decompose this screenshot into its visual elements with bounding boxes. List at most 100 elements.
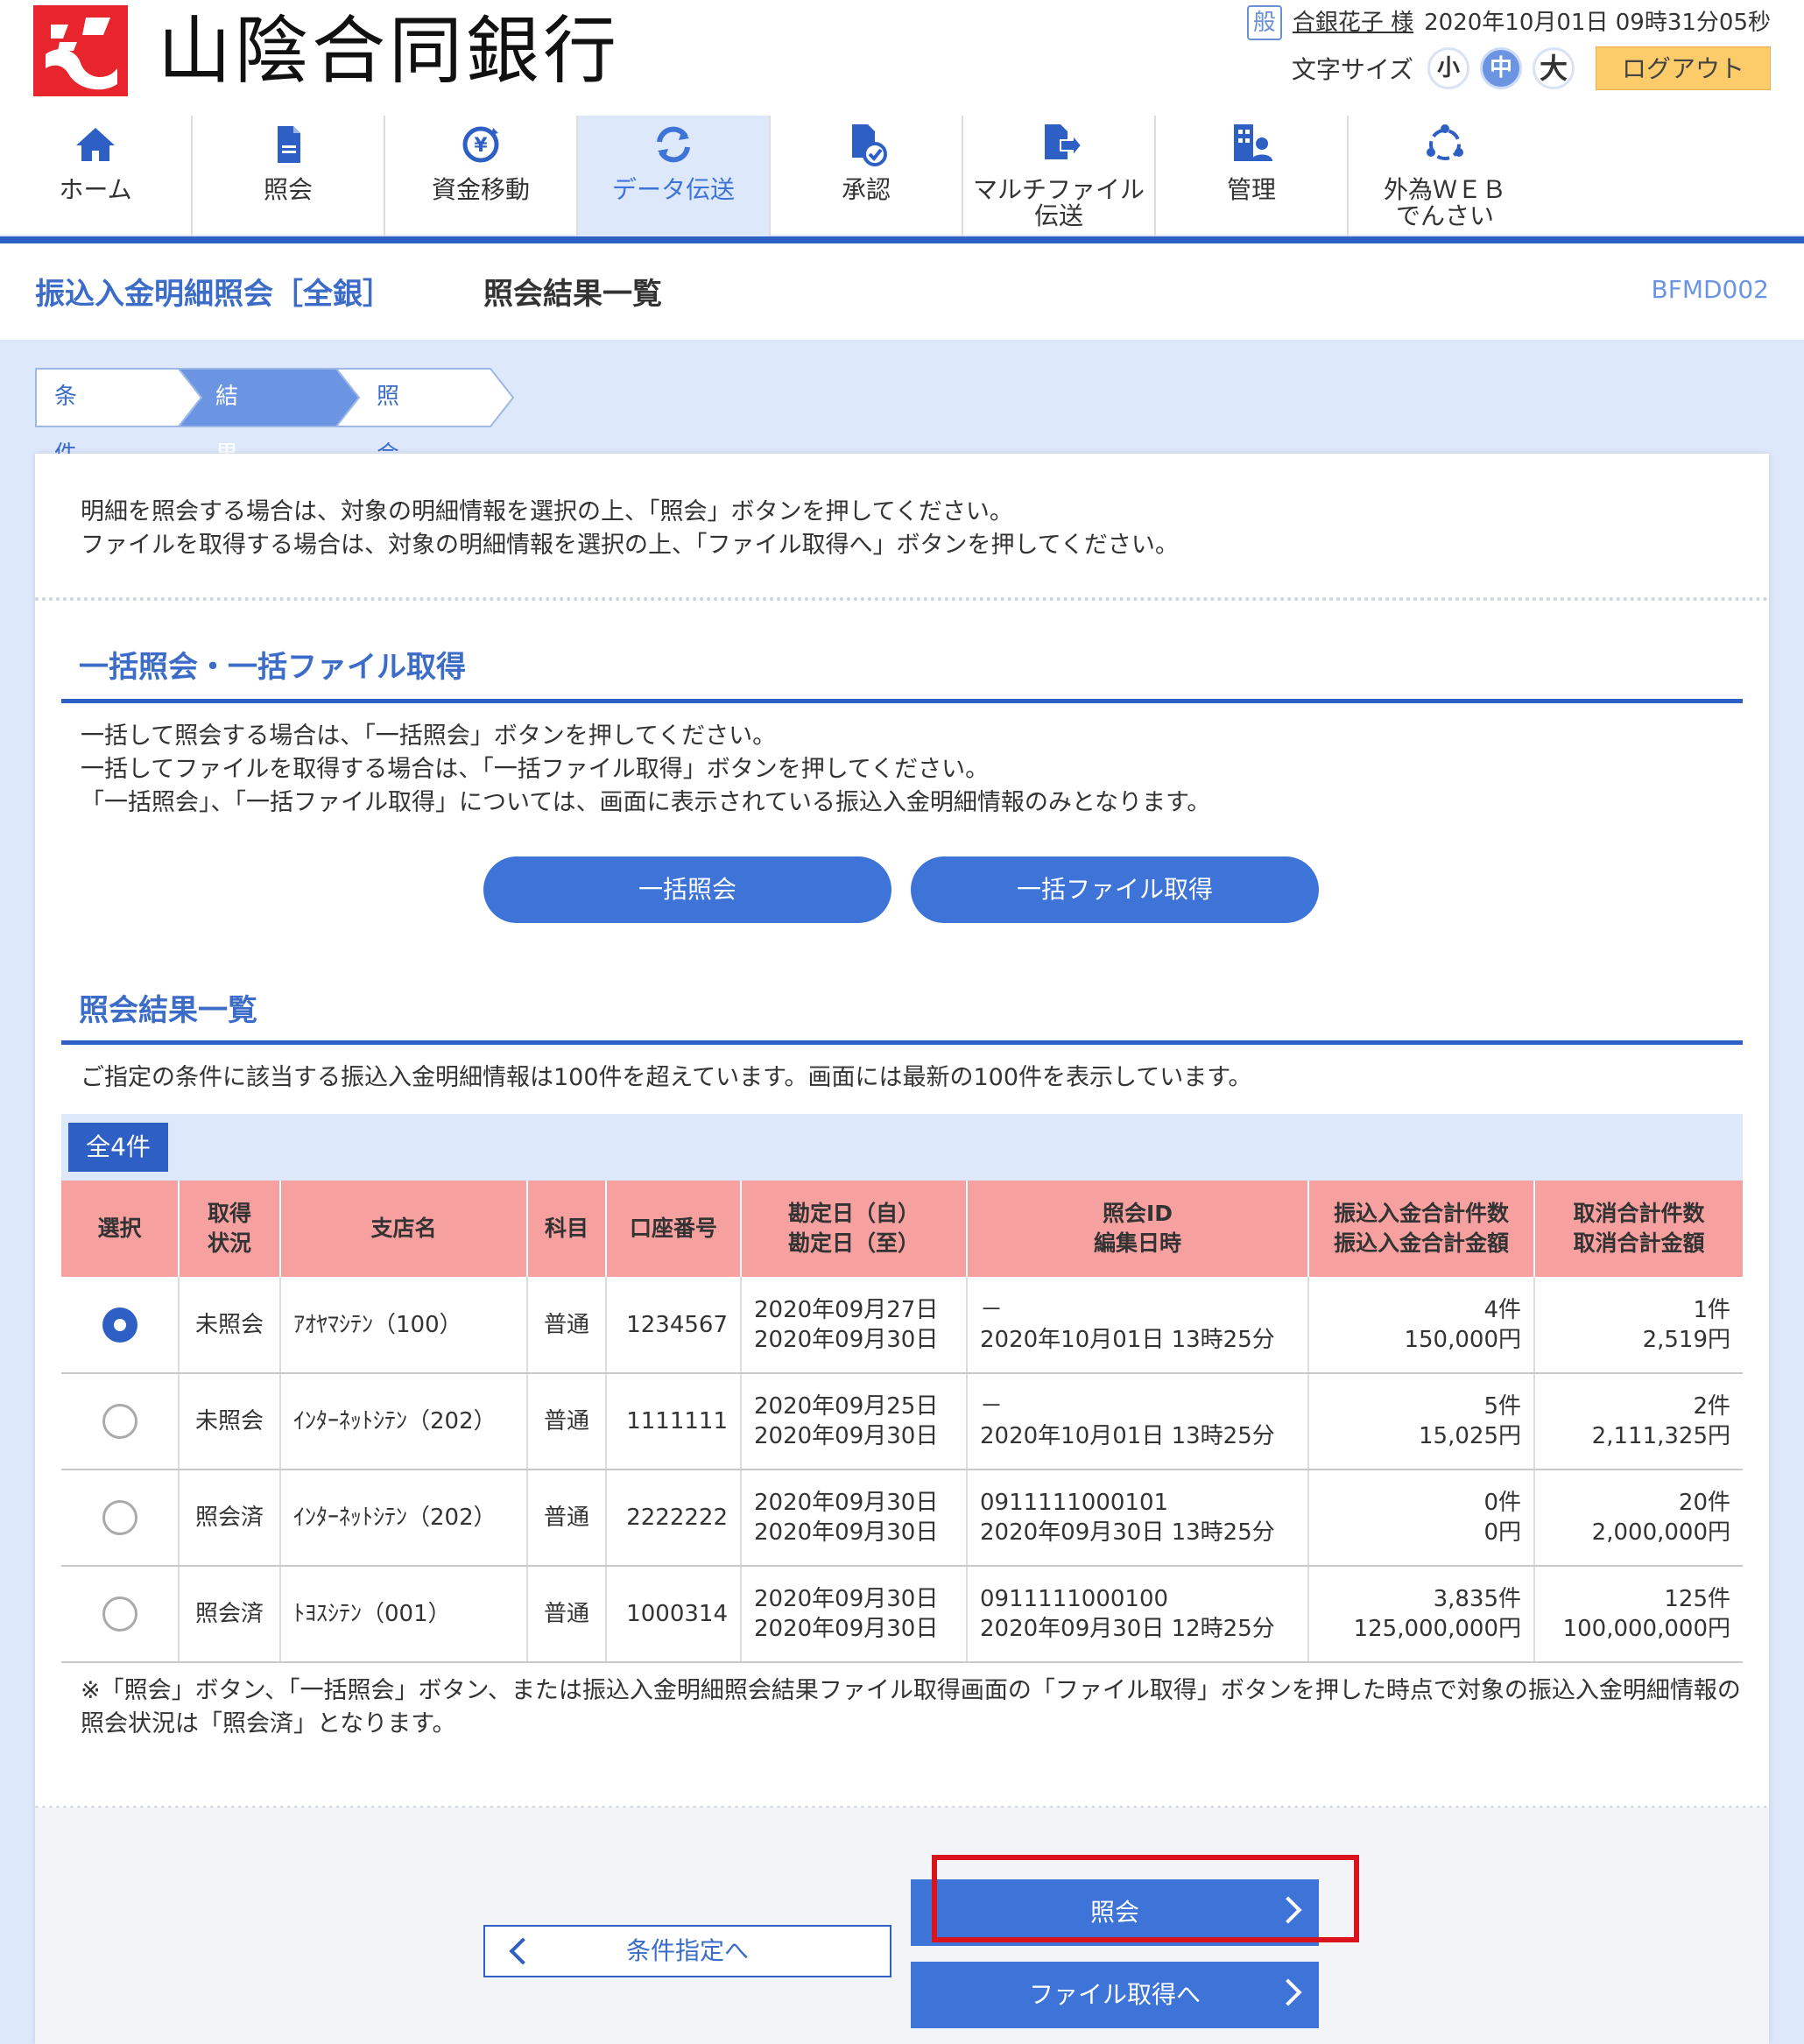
row-select-cell[interactable] (61, 1277, 180, 1374)
table-row[interactable]: 照会済 ﾄﾖｽｼﾃﾝ（001） 普通 1000314 2020年09月30日 20… (61, 1566, 1743, 1663)
section-rule (61, 699, 1743, 703)
row-inquiry-id: － (980, 1296, 1004, 1323)
back-to-conditions-button[interactable]: 条件指定へ (483, 1925, 891, 1977)
row-date-from: 2020年09月30日 (754, 1490, 939, 1516)
row-deposit: 3,835件 125,000,000円 (1308, 1566, 1535, 1663)
row-cancel: 2件 2,111,325円 (1534, 1373, 1743, 1470)
row-inquiry: 0911111000100 2020年09月30日 12時25分 (967, 1566, 1309, 1663)
row-select-cell[interactable] (61, 1373, 180, 1470)
bulk-inquiry-button[interactable]: 一括照会 (483, 856, 891, 923)
row-branch: ｲﾝﾀｰﾈｯﾄｼﾃﾝ（202） (280, 1470, 528, 1567)
divider (35, 597, 1769, 601)
bulk-section-title: 一括照会・一括ファイル取得 (79, 650, 466, 685)
footnote: ※「照会」ボタン、「一括照会」ボタン、または振込入金明細照会結果ファイル取得画面… (81, 1677, 1741, 1737)
row-amount: 125,000,000円 (1353, 1616, 1521, 1642)
row-radio[interactable] (102, 1500, 137, 1535)
row-edited: 2020年09月30日 13時25分 (980, 1519, 1275, 1546)
nav-label: 資金移動 (431, 175, 530, 204)
row-deposit: 5件 15,025円 (1308, 1373, 1535, 1470)
row-inquiry-id: － (980, 1393, 1004, 1420)
row-date-to: 2020年09月30日 (754, 1423, 939, 1449)
row-deposit: 4件 150,000円 (1308, 1277, 1535, 1374)
row-inquiry: － 2020年10月01日 13時25分 (967, 1277, 1309, 1374)
row-radio[interactable] (102, 1596, 137, 1632)
svg-text:¥: ¥ (474, 135, 488, 157)
row-radio[interactable] (102, 1404, 137, 1439)
row-select-cell[interactable] (61, 1566, 180, 1663)
col-select: 選択 (61, 1181, 180, 1277)
file-acquire-button[interactable]: ファイル取得へ (911, 1962, 1319, 2028)
row-count: 5件 (1483, 1393, 1521, 1420)
result-count-badge: 全4件 (68, 1123, 168, 1172)
row-deposit: 0件 0円 (1308, 1470, 1535, 1567)
font-size-large-button[interactable]: 大 (1533, 47, 1575, 89)
results-table: 選択 取得 状況 支店名 科目 口座番号 勘定日（自） 勘定日（至） 照会ID … (61, 1181, 1743, 1663)
row-subject: 普通 (527, 1277, 607, 1374)
row-branch: ｲﾝﾀｰﾈｯﾄｼﾃﾝ（202） (280, 1373, 528, 1470)
row-cancel: 125件 100,000,000円 (1534, 1566, 1743, 1663)
row-radio-selected[interactable] (102, 1307, 137, 1343)
row-cancel: 1件 2,519円 (1534, 1277, 1743, 1374)
page-subtitle: 照会結果一覧 (483, 277, 662, 312)
bulk-line: 一括して照会する場合は、「一括照会」ボタンを押してください。 (81, 722, 777, 750)
font-size-medium-button[interactable]: 中 (1480, 47, 1522, 89)
row-date-from: 2020年09月25日 (754, 1393, 939, 1420)
row-date-to: 2020年09月30日 (754, 1519, 939, 1546)
document-icon (278, 126, 300, 163)
nav-label: データ伝送 (611, 175, 735, 204)
row-dates: 2020年09月25日 2020年09月30日 (741, 1373, 968, 1470)
row-date-to: 2020年09月30日 (754, 1616, 939, 1642)
font-size-controls: 文字サイズ 小 中 大 ログアウト (1292, 44, 1771, 93)
nav-label: 管理 (1226, 175, 1276, 204)
nav-admin[interactable]: 管理 (1156, 116, 1349, 236)
nav-home[interactable]: ホーム (0, 116, 193, 236)
col-cancel-totals-label: 取消合計件数 取消合計金額 (1573, 1201, 1705, 1256)
table-row[interactable]: 未照会 ｱｵﾔﾏｼﾃﾝ（100） 普通 1234567 2020年09月27日 2… (61, 1277, 1743, 1374)
bank-logo-icon (33, 5, 128, 96)
nav-inquiry[interactable]: 照会 (193, 116, 385, 236)
bank-name: 山陰合同銀行 (158, 8, 621, 94)
nav-label: ホーム (59, 175, 132, 204)
col-deposit-totals: 振込入金合計件数 振込入金合計金額 (1308, 1181, 1535, 1277)
font-size-small-button[interactable]: 小 (1427, 47, 1469, 89)
logout-button[interactable]: ログアウト (1596, 46, 1771, 90)
back-button-label: 条件指定へ (625, 1936, 749, 1965)
row-cancel-amount: 2,519円 (1642, 1326, 1730, 1353)
chevron-right-icon (1274, 1978, 1302, 2006)
bulk-text: 一括して照会する場合は、「一括照会」ボタンを押してください。 一括してファイルを… (81, 720, 1210, 820)
row-select-cell[interactable] (61, 1470, 180, 1567)
col-subject: 科目 (527, 1181, 607, 1277)
highlight-box (932, 1855, 1359, 1942)
row-cancel: 20件 2,000,000円 (1534, 1470, 1743, 1567)
row-account: 1234567 (606, 1277, 742, 1374)
page-title-bar: 振込入金明細照会［全銀］ 照会結果一覧 BFMD002 (0, 243, 1804, 340)
nav-label: 承認 (841, 175, 891, 204)
nav-approval[interactable]: 承認 (771, 116, 963, 236)
row-inquiry-id: 0911111000101 (980, 1490, 1169, 1516)
row-edited: 2020年10月01日 13時25分 (980, 1326, 1275, 1353)
yen-transfer-icon: ¥ (462, 126, 499, 163)
results-notice: ご指定の条件に該当する振込入金明細情報は100件を超えています。画面には最新の1… (81, 1064, 1252, 1091)
forex-icon (1427, 124, 1463, 160)
font-size-label: 文字サイズ (1291, 55, 1413, 84)
row-branch: ﾄﾖｽｼﾃﾝ（001） (280, 1566, 528, 1663)
header: 山陰合同銀行 般 合銀花子 様 2020年10月01日 09時31分05秒 文字… (0, 0, 1804, 243)
table-row[interactable]: 未照会 ｲﾝﾀｰﾈｯﾄｼﾃﾝ（202） 普通 1111111 2020年09月2… (61, 1373, 1743, 1470)
col-branch: 支店名 (280, 1181, 528, 1277)
col-cancel-totals: 取消合計件数 取消合計金額 (1534, 1181, 1743, 1277)
row-cancel-count: 1件 (1693, 1296, 1730, 1323)
table-row[interactable]: 照会済 ｲﾝﾀｰﾈｯﾄｼﾃﾝ（202） 普通 2222222 2020年09月3… (61, 1470, 1743, 1567)
page-title: 振込入金明細照会［全銀］ (35, 277, 392, 312)
row-dates: 2020年09月30日 2020年09月30日 (741, 1470, 968, 1567)
nav-fund-transfer[interactable]: ¥ 資金移動 (385, 116, 578, 236)
nav-multi-file[interactable]: マルチファイル 伝送 (963, 116, 1156, 236)
nav-label: マルチファイル 伝送 (972, 175, 1145, 230)
row-cancel-count: 20件 (1678, 1490, 1730, 1516)
row-count: 3,835件 (1433, 1586, 1521, 1612)
row-status: 未照会 (179, 1373, 281, 1470)
bulk-file-button[interactable]: 一括ファイル取得 (911, 856, 1319, 923)
screen-id: BFMD002 (1651, 275, 1769, 304)
user-name-link[interactable]: 合銀花子 様 (1293, 5, 1413, 40)
nav-forex-densai[interactable]: 外為ＷＥＢ でんさい (1349, 116, 1541, 236)
nav-data-transmission[interactable]: データ伝送 (578, 116, 771, 236)
